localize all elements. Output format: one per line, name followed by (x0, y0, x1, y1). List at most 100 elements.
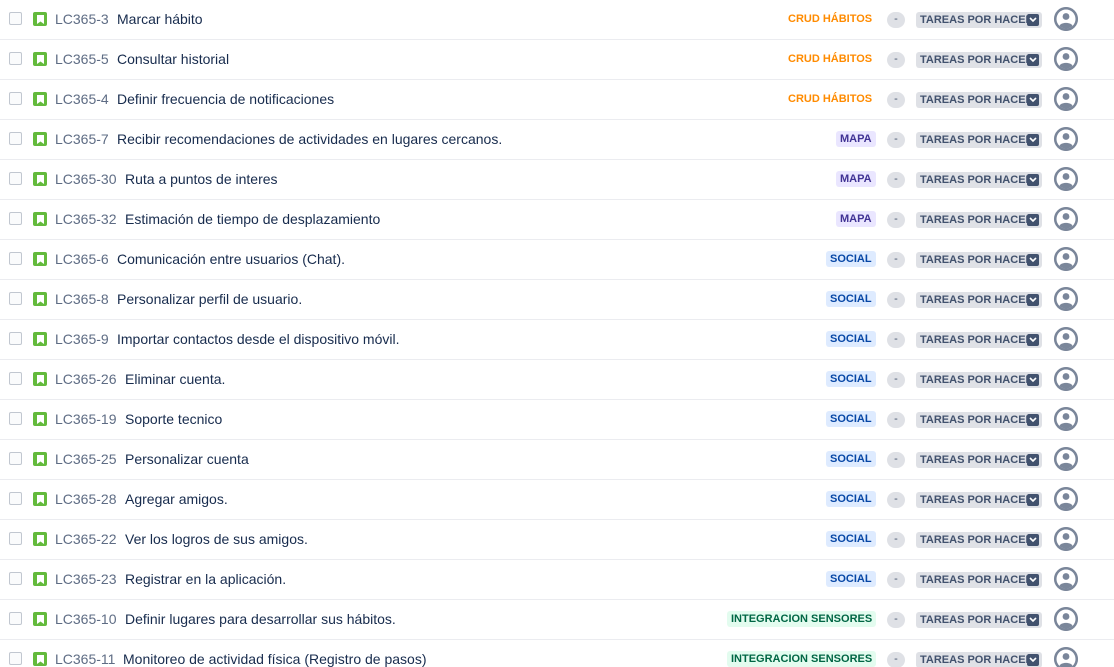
default-avatar-icon[interactable] (1054, 247, 1078, 271)
status-dropdown[interactable]: TAREAS POR HACER (916, 452, 1042, 468)
default-avatar-icon[interactable] (1054, 207, 1078, 231)
default-avatar-icon[interactable] (1054, 447, 1078, 471)
issue-summary[interactable]: Personalizar perfil de usuario. (117, 291, 302, 307)
issue-key-link[interactable]: LC365-9 (55, 331, 109, 347)
default-avatar-icon[interactable] (1054, 167, 1078, 191)
epic-badge[interactable]: MAPA (836, 211, 876, 227)
status-dropdown[interactable]: TAREAS POR HACER (916, 172, 1042, 188)
estimate-badge[interactable]: - (887, 612, 905, 628)
status-dropdown[interactable]: TAREAS POR HACER (916, 492, 1042, 508)
issue-row[interactable]: LC365-32 Estimación de tiempo de desplaza… (0, 200, 1114, 240)
issue-select-checkbox[interactable] (9, 292, 22, 305)
issue-select-checkbox[interactable] (9, 132, 22, 145)
epic-badge[interactable]: SOCIAL (826, 491, 876, 507)
status-dropdown[interactable]: TAREAS POR HACER (916, 572, 1042, 588)
estimate-badge[interactable]: - (887, 572, 905, 588)
issue-key-link[interactable]: LC365-19 (55, 411, 117, 427)
issue-summary[interactable]: Ruta a puntos de interes (125, 171, 278, 187)
issue-key-link[interactable]: LC365-22 (55, 531, 117, 547)
epic-badge[interactable]: MAPA (836, 131, 876, 147)
issue-key-link[interactable]: LC365-23 (55, 571, 117, 587)
issue-summary[interactable]: Monitoreo de actividad física (Registro … (123, 651, 426, 667)
epic-badge[interactable]: SOCIAL (826, 371, 876, 387)
issue-key-link[interactable]: LC365-3 (55, 11, 109, 27)
issue-row[interactable]: LC365-19 Soporte tecnico SOCIAL - TAREAS POR… (0, 400, 1114, 440)
default-avatar-icon[interactable] (1054, 127, 1078, 151)
status-dropdown[interactable]: TAREAS POR HACER (916, 212, 1042, 228)
issue-row[interactable]: LC365-11 Monitoreo de actividad física (R… (0, 640, 1114, 667)
status-dropdown[interactable]: TAREAS POR HACER (916, 612, 1042, 628)
estimate-badge[interactable]: - (887, 252, 905, 268)
issue-row[interactable]: LC365-30 Ruta a puntos de interes MAPA - TAR… (0, 160, 1114, 200)
estimate-badge[interactable]: - (887, 52, 905, 68)
issue-select-checkbox[interactable] (9, 172, 22, 185)
default-avatar-icon[interactable] (1054, 327, 1078, 351)
issue-select-checkbox[interactable] (9, 212, 22, 225)
status-dropdown[interactable]: TAREAS POR HACER (916, 332, 1042, 348)
epic-badge[interactable]: SOCIAL (826, 531, 876, 547)
issue-key-link[interactable]: LC365-7 (55, 131, 109, 147)
estimate-badge[interactable]: - (887, 212, 905, 228)
default-avatar-icon[interactable] (1054, 287, 1078, 311)
issue-row[interactable]: LC365-9 Importar contactos desde el dispo… (0, 320, 1114, 360)
issue-key-link[interactable]: LC365-5 (55, 51, 109, 67)
default-avatar-icon[interactable] (1054, 487, 1078, 511)
issue-select-checkbox[interactable] (9, 652, 22, 665)
issue-select-checkbox[interactable] (9, 252, 22, 265)
issue-summary[interactable]: Consultar historial (117, 51, 229, 67)
issue-summary[interactable]: Soporte tecnico (125, 411, 222, 427)
estimate-badge[interactable]: - (887, 12, 905, 28)
issue-select-checkbox[interactable] (9, 332, 22, 345)
issue-key-link[interactable]: LC365-30 (55, 171, 117, 187)
issue-row[interactable]: LC365-22 Ver los logros de sus amigos. SOC… (0, 520, 1114, 560)
estimate-badge[interactable]: - (887, 292, 905, 308)
issue-key-link[interactable]: LC365-8 (55, 291, 109, 307)
issue-summary[interactable]: Eliminar cuenta. (125, 371, 225, 387)
estimate-badge[interactable]: - (887, 532, 905, 548)
issue-row[interactable]: LC365-6 Comunicación entre usuarios (Chat… (0, 240, 1114, 280)
issue-select-checkbox[interactable] (9, 52, 22, 65)
issue-summary[interactable]: Recibir recomendaciones de actividades e… (117, 131, 502, 147)
issue-select-checkbox[interactable] (9, 572, 22, 585)
issue-row[interactable]: LC365-26 Eliminar cuenta. SOCIAL - TAREAS PO… (0, 360, 1114, 400)
estimate-badge[interactable]: - (887, 332, 905, 348)
epic-badge[interactable]: CRUD HÁBITOS (784, 11, 877, 27)
default-avatar-icon[interactable] (1054, 527, 1078, 551)
status-dropdown[interactable]: TAREAS POR HACER (916, 12, 1042, 28)
issue-row[interactable]: LC365-3 Marcar hábito CRUD HÁBITOS - TAREAS … (0, 0, 1114, 40)
issue-key-link[interactable]: LC365-28 (55, 491, 117, 507)
default-avatar-icon[interactable] (1054, 367, 1078, 391)
status-dropdown[interactable]: TAREAS POR HACER (916, 52, 1042, 68)
issue-row[interactable]: LC365-23 Registrar en la aplicación. SOCIA… (0, 560, 1114, 600)
issue-row[interactable]: LC365-10 Definir lugares para desarrollar… (0, 600, 1114, 640)
epic-badge[interactable]: INTEGRACION SENSORES (727, 611, 877, 627)
issue-summary[interactable]: Definir frecuencia de notificaciones (117, 91, 334, 107)
status-dropdown[interactable]: TAREAS POR HACER (916, 372, 1042, 388)
issue-summary[interactable]: Marcar hábito (117, 11, 203, 27)
issue-select-checkbox[interactable] (9, 452, 22, 465)
epic-badge[interactable]: SOCIAL (826, 331, 876, 347)
default-avatar-icon[interactable] (1054, 647, 1078, 667)
issue-row[interactable]: LC365-5 Consultar historial CRUD HÁBITOS - T… (0, 40, 1114, 80)
issue-summary[interactable]: Definir lugares para desarrollar sus háb… (125, 611, 396, 627)
issue-summary[interactable]: Personalizar cuenta (125, 451, 249, 467)
issue-key-link[interactable]: LC365-11 (55, 651, 115, 667)
issue-select-checkbox[interactable] (9, 492, 22, 505)
epic-badge[interactable]: SOCIAL (826, 451, 876, 467)
epic-badge[interactable]: SOCIAL (826, 411, 876, 427)
issue-row[interactable]: LC365-25 Personalizar cuenta SOCIAL - TAREAS… (0, 440, 1114, 480)
issue-key-link[interactable]: LC365-26 (55, 371, 117, 387)
issue-summary[interactable]: Estimación de tiempo de desplazamiento (125, 211, 380, 227)
issue-select-checkbox[interactable] (9, 612, 22, 625)
issue-row[interactable]: LC365-8 Personalizar perfil de usuario. SO… (0, 280, 1114, 320)
status-dropdown[interactable]: TAREAS POR HACER (916, 532, 1042, 548)
status-dropdown[interactable]: TAREAS POR HACER (916, 412, 1042, 428)
issue-key-link[interactable]: LC365-32 (55, 211, 117, 227)
issue-select-checkbox[interactable] (9, 412, 22, 425)
epic-badge[interactable]: SOCIAL (826, 571, 876, 587)
epic-badge[interactable]: SOCIAL (826, 251, 876, 267)
estimate-badge[interactable]: - (887, 172, 905, 188)
default-avatar-icon[interactable] (1054, 7, 1078, 31)
estimate-badge[interactable]: - (887, 412, 905, 428)
epic-badge[interactable]: CRUD HÁBITOS (784, 91, 877, 107)
